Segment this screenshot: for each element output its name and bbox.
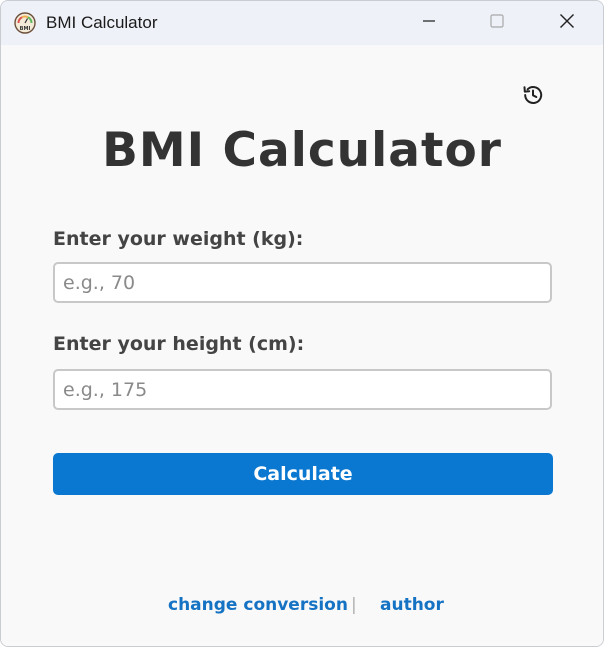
height-label: Enter your height (cm): [53,333,305,355]
author-link[interactable]: author [380,595,444,615]
bmi-gauge-icon: BMI [14,12,36,34]
history-icon [521,83,545,112]
close-button[interactable] [533,1,601,45]
maximize-icon [490,13,504,33]
weight-label: Enter your weight (kg): [53,228,304,250]
footer-separator: | [351,595,357,615]
footer: change conversion | author [1,593,603,617]
title-bar[interactable]: BMI BMI Calculator [1,1,603,45]
history-button[interactable] [519,83,547,111]
height-input[interactable] [53,369,552,410]
calculate-button[interactable]: Calculate [53,453,553,495]
window-title: BMI Calculator [46,13,158,32]
app-window: BMI BMI Calculator BMI Calculator Enter … [0,0,604,647]
close-icon [559,13,575,34]
change-conversion-link[interactable]: change conversion [168,595,348,615]
minimize-icon [422,14,436,33]
weight-input[interactable] [53,262,552,303]
main-content: BMI Calculator Enter your weight (kg): E… [1,45,603,646]
minimize-button[interactable] [395,1,463,45]
app-icon-text: BMI [20,26,31,32]
maximize-button[interactable] [463,1,531,45]
page-title: BMI Calculator [102,123,502,178]
